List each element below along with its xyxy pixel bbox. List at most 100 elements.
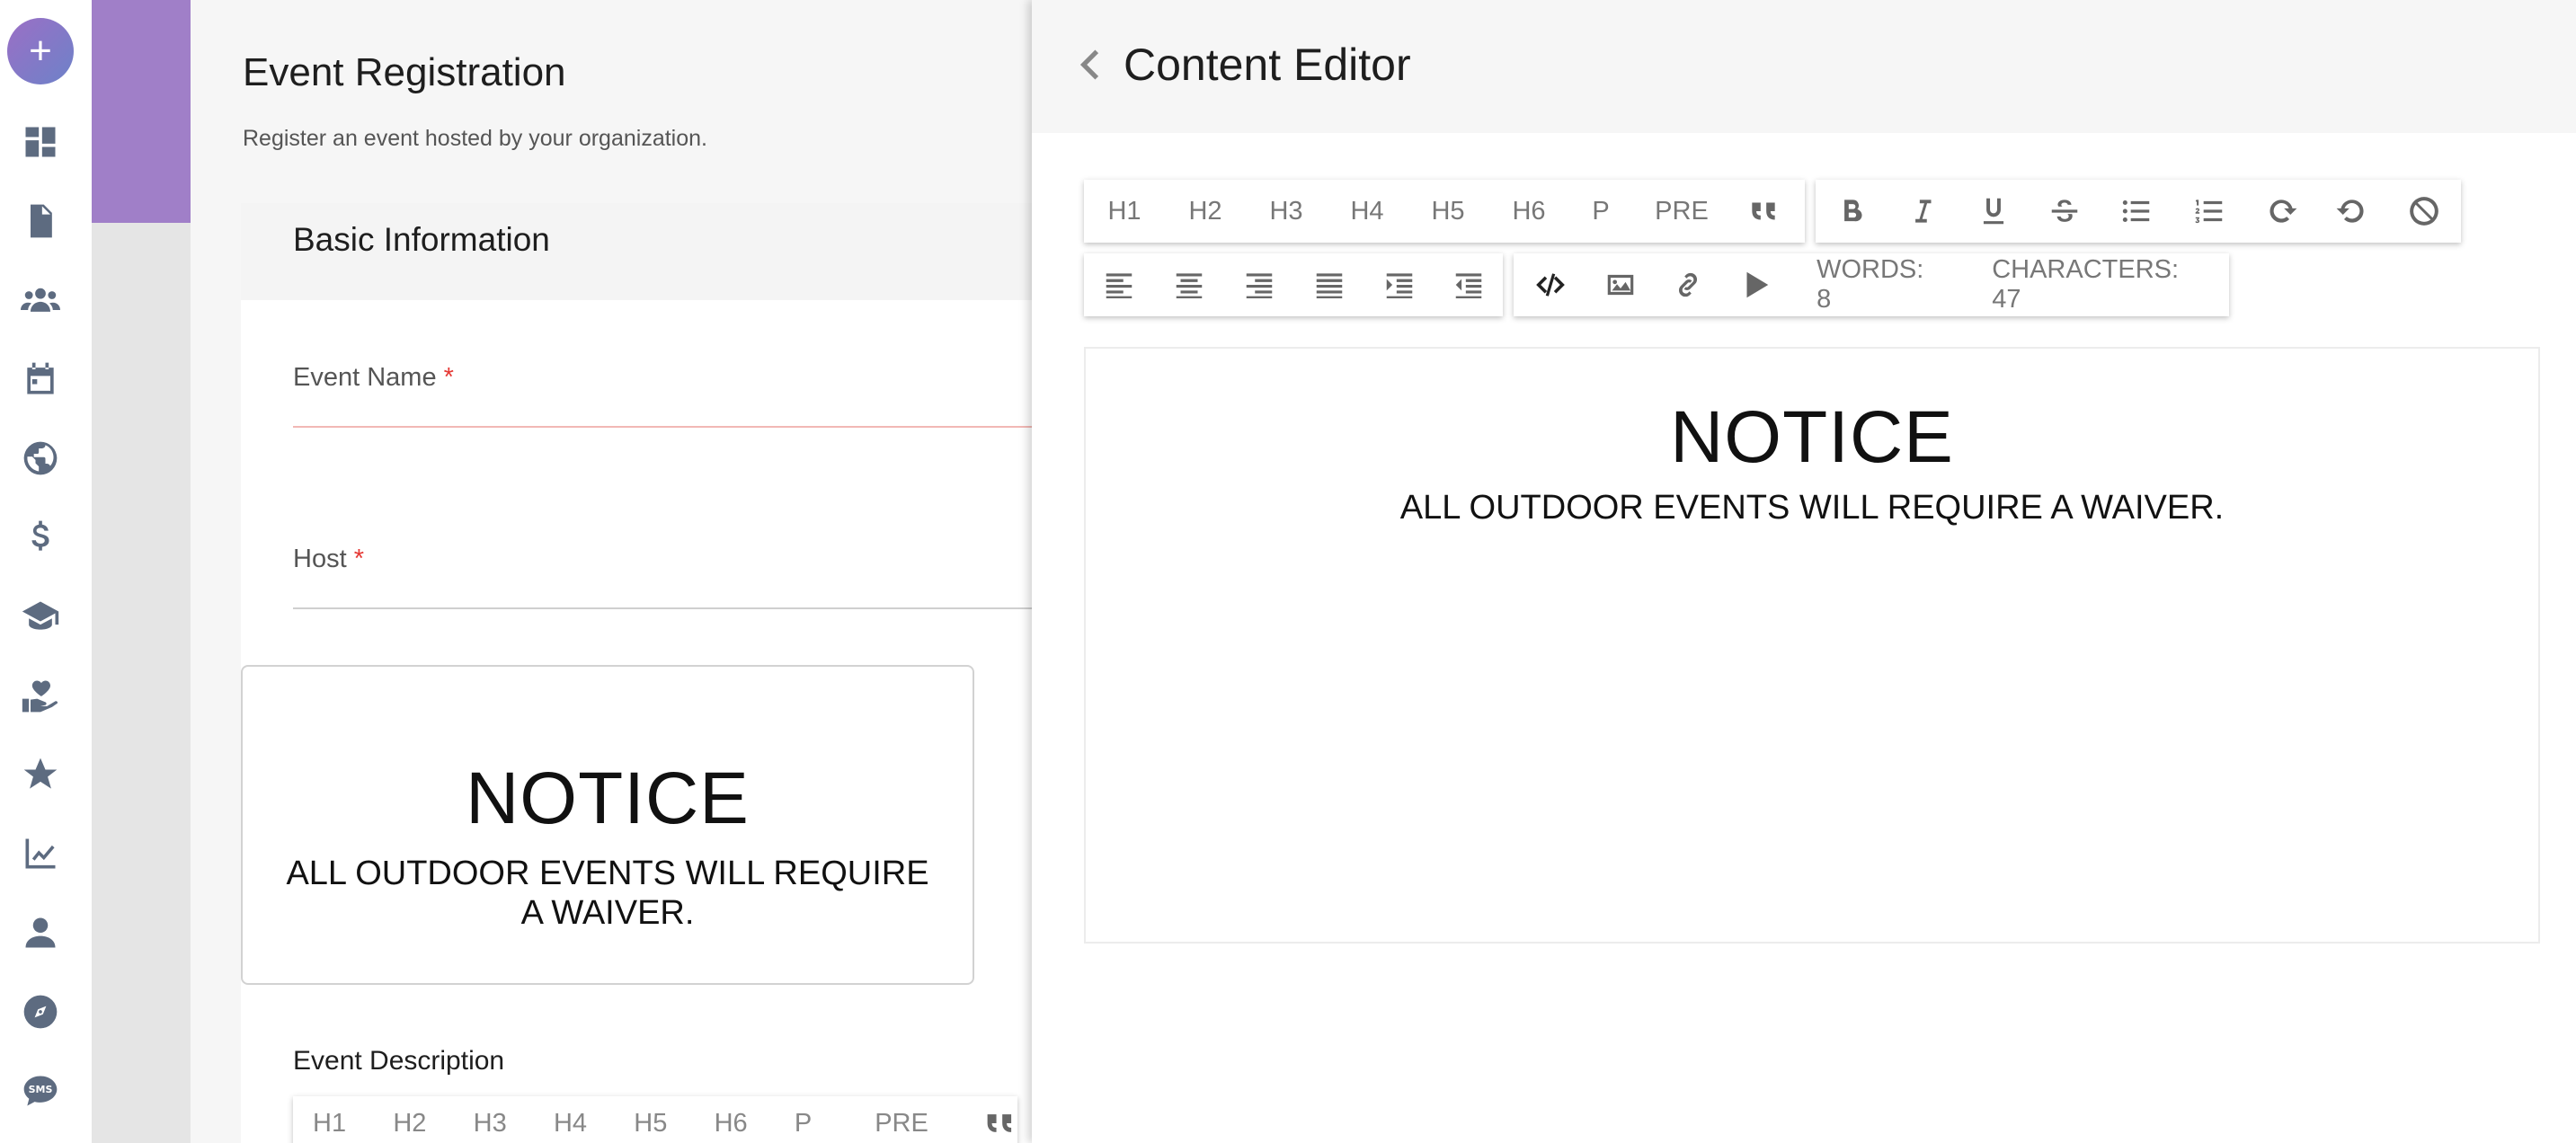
- p-button[interactable]: P: [1569, 180, 1632, 243]
- mini-h5-button[interactable]: H5: [634, 1109, 714, 1139]
- h5-button[interactable]: H5: [1408, 180, 1488, 243]
- mini-h4-button[interactable]: H4: [554, 1109, 634, 1139]
- bold-icon: [1843, 199, 1862, 222]
- indent-button[interactable]: [1364, 253, 1435, 316]
- mini-h6-button[interactable]: H6: [715, 1109, 795, 1139]
- globe-icon[interactable]: [19, 437, 62, 480]
- document-icon[interactable]: [19, 199, 62, 243]
- notice-heading: NOTICE: [466, 758, 750, 839]
- numbered-list-icon: [2195, 199, 2223, 224]
- mini-pre-button[interactable]: PRE: [875, 1109, 982, 1139]
- image-button[interactable]: [1586, 253, 1654, 316]
- align-center-button[interactable]: [1154, 253, 1224, 316]
- bulleted-list-button[interactable]: [2101, 180, 2173, 243]
- code-button[interactable]: [1514, 253, 1586, 316]
- person-icon[interactable]: [19, 911, 62, 954]
- h2-button[interactable]: H2: [1165, 180, 1246, 243]
- editor-body: ALL OUTDOOR EVENTS WILL REQUIRE A WAIVER…: [1399, 489, 2225, 527]
- compass-icon[interactable]: [19, 990, 62, 1033]
- dashboard-icon[interactable]: [19, 120, 62, 164]
- bold-button[interactable]: [1816, 180, 1887, 243]
- back-button[interactable]: [1064, 40, 1115, 90]
- h3-button[interactable]: H3: [1246, 180, 1327, 243]
- mini-h2-button[interactable]: H2: [393, 1109, 473, 1139]
- add-button[interactable]: +: [7, 18, 74, 84]
- basic-info-card: Basic Information Event Name * Host * NO…: [241, 203, 1032, 1143]
- align-center-icon: [1176, 273, 1203, 299]
- h6-button[interactable]: H6: [1488, 180, 1569, 243]
- video-button[interactable]: [1722, 253, 1790, 316]
- align-right-icon: [1246, 273, 1273, 299]
- redo-icon: [2270, 199, 2297, 223]
- event-name-input[interactable]: [293, 426, 1032, 428]
- h4-button[interactable]: H4: [1327, 180, 1408, 243]
- event-description-label: Event Description: [293, 1046, 505, 1076]
- alignment-toolbar: [1084, 253, 1503, 316]
- description-toolbar: H1 H2 H3 H4 H5 H6 P PRE: [293, 1096, 1017, 1143]
- nav-rail: + SMS: [0, 0, 92, 1143]
- outdent-icon: [1455, 273, 1482, 299]
- link-button[interactable]: [1654, 253, 1721, 316]
- word-count: WORDS: 8: [1817, 255, 1924, 314]
- required-mark: *: [353, 545, 364, 573]
- italic-icon: [1914, 199, 1932, 223]
- dollar-icon[interactable]: [19, 516, 62, 559]
- align-left-button[interactable]: [1084, 253, 1154, 316]
- video-icon: [1746, 271, 1769, 298]
- users-icon[interactable]: [19, 279, 62, 322]
- calendar-icon[interactable]: [19, 358, 62, 401]
- undo-icon: [2336, 199, 2364, 223]
- redo-button[interactable]: [2246, 180, 2317, 243]
- page-title: Event Registration: [243, 50, 566, 94]
- notice-preview[interactable]: NOTICE ALL OUTDOOR EVENTS WILL REQUIRE A…: [241, 665, 974, 985]
- insert-toolbar: WORDS: 8 CHARACTERS: 47: [1514, 253, 2229, 316]
- section-header: Basic Information: [241, 203, 1032, 300]
- strikethrough-button[interactable]: [2029, 180, 2100, 243]
- mini-p-button[interactable]: P: [795, 1109, 875, 1139]
- undo-button[interactable]: [2317, 180, 2388, 243]
- chart-line-icon[interactable]: [19, 832, 62, 875]
- h1-button[interactable]: H1: [1084, 180, 1165, 243]
- italic-button[interactable]: [1887, 180, 1958, 243]
- align-left-icon: [1106, 273, 1133, 299]
- required-mark: *: [443, 363, 454, 392]
- drawer-header: Content Editor: [1032, 0, 2576, 133]
- event-registration-page: Event Registration Register an event hos…: [191, 0, 1032, 1143]
- align-right-button[interactable]: [1224, 253, 1294, 316]
- clear-format-icon: [2410, 197, 2439, 226]
- editor-heading: NOTICE: [1670, 396, 1954, 478]
- underline-button[interactable]: [1958, 180, 2029, 243]
- mini-h1-button[interactable]: H1: [313, 1109, 393, 1139]
- svg-text:SMS: SMS: [29, 1084, 53, 1095]
- host-label: Host *: [293, 545, 364, 574]
- accent-banner: [92, 0, 191, 223]
- star-icon[interactable]: [19, 753, 62, 796]
- image-icon: [1607, 274, 1633, 296]
- editor-content-area[interactable]: NOTICE ALL OUTDOOR EVENTS WILL REQUIRE A…: [1084, 347, 2540, 944]
- notice-body: ALL OUTDOOR EVENTS WILL REQUIRE A WAIVER…: [286, 855, 929, 932]
- heading-toolbar: H1 H2 H3 H4 H5 H6 P PRE: [1084, 180, 1805, 243]
- strikethrough-icon: [2051, 199, 2078, 222]
- outdent-button[interactable]: [1435, 253, 1503, 316]
- align-justify-icon: [1316, 273, 1343, 299]
- hand-heart-icon[interactable]: [19, 674, 62, 717]
- clear-format-button[interactable]: [2388, 180, 2461, 243]
- sms-icon[interactable]: SMS: [19, 1069, 62, 1112]
- align-justify-button[interactable]: [1294, 253, 1364, 316]
- event-name-label-text: Event Name: [293, 363, 437, 392]
- quote-icon[interactable]: [982, 1105, 1017, 1141]
- underline-icon: [1983, 198, 2003, 225]
- numbered-list-button[interactable]: [2173, 180, 2246, 243]
- host-input[interactable]: [293, 607, 1032, 609]
- code-icon: [1535, 273, 1565, 297]
- format-toolbar: [1816, 180, 2461, 243]
- host-label-text: Host: [293, 545, 347, 573]
- link-icon: [1679, 272, 1698, 297]
- mini-h3-button[interactable]: H3: [474, 1109, 554, 1139]
- pre-button[interactable]: PRE: [1632, 180, 1731, 243]
- graduation-cap-icon[interactable]: [19, 595, 62, 638]
- section-title: Basic Information: [293, 221, 550, 258]
- page-subtitle: Register an event hosted by your organiz…: [243, 126, 707, 151]
- quote-button[interactable]: [1731, 180, 1796, 243]
- event-name-label: Event Name *: [293, 363, 454, 393]
